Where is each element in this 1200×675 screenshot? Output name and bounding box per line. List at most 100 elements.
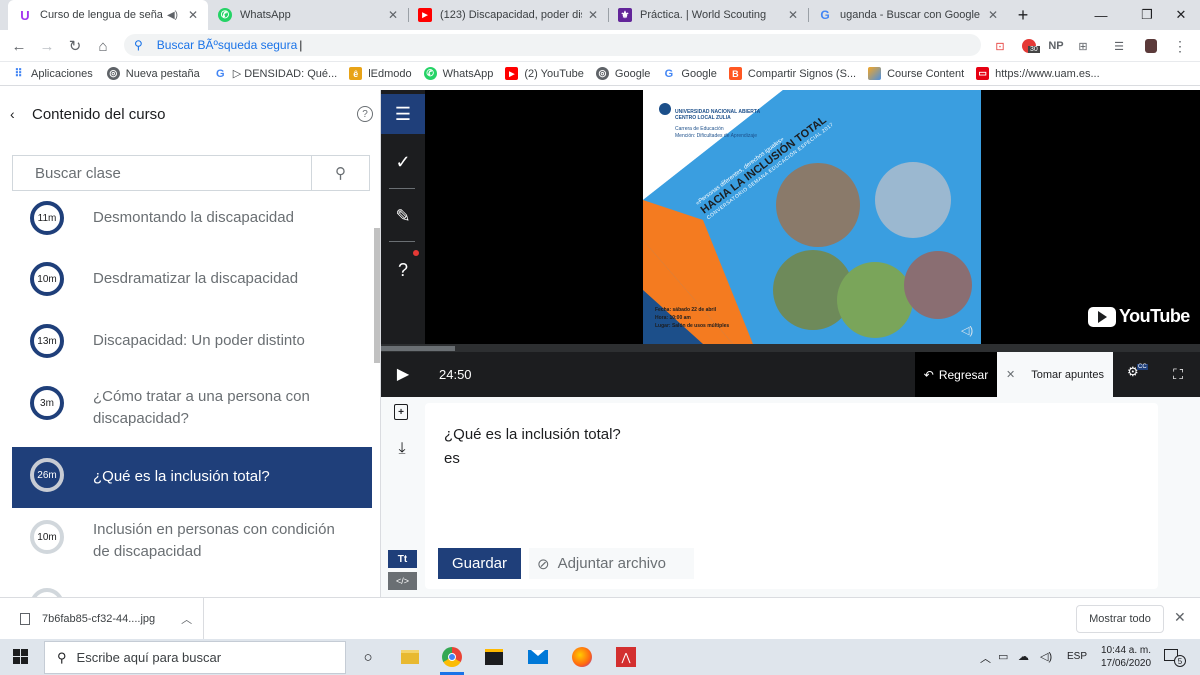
close-tab-icon[interactable]: ✕ [786,8,800,22]
bookmark-edmodo[interactable]: ê lEdmodo [349,67,412,80]
bookmark-google-chrome[interactable]: ◎ Google [595,67,650,80]
course-content-sidebar: ‹ Contenido del curso ? Buscar clase ⚲ 1… [0,90,381,597]
sidebar-scrollbar[interactable] [374,228,380,363]
clock-time: 10:44 a. m. [1100,645,1152,656]
profile-avatar[interactable] [1142,37,1160,55]
bookmark-new-tab[interactable]: ◎ Nueva pestaña [106,67,200,80]
bookmark-whatsapp[interactable]: ✆ WhatsApp [423,67,493,80]
pencil-icon[interactable]: ✎ [381,194,425,238]
close-tab-icon[interactable]: ✕ [986,8,1000,22]
chrome-icon[interactable] [440,645,464,669]
reply-arrow-icon: ↶ [923,367,934,382]
lesson-item-active[interactable]: 26m ¿Qué es la inclusión total? [12,447,372,508]
slide-details: Fecha: sábado 22 de abril Hora: 10:00 am… [655,306,729,330]
bookmark-uam[interactable]: ▭ https://www.uam.es... [976,67,1100,80]
notification-count: 5 [1174,655,1186,667]
bookmark-compartir-signos[interactable]: B Compartir Signos (S... [728,67,857,80]
tab-curso[interactable]: U Curso de lengua de señas ◀) ✕ [8,0,208,30]
scouting-icon: ⚜ [618,8,632,22]
course-content-toggle-icon[interactable]: ☰ [381,94,425,134]
clock[interactable]: 10:44 a. m. 17/06/2020 [1096,644,1156,670]
mail-icon[interactable] [526,645,550,669]
lesson-search-input[interactable]: Buscar clase [13,156,311,190]
search-button[interactable]: ⚲ [311,156,369,190]
tray-overflow-icon[interactable]: ︿ [980,650,991,666]
help-icon[interactable]: ? [357,106,373,122]
close-downloads-icon[interactable]: ✕ [1174,609,1186,626]
grid-extension-icon[interactable]: ⊞ [1074,37,1092,55]
checkmark-icon[interactable]: ✓ [381,140,425,184]
lesson-item[interactable]: 13m Discapacidad: Un poder distinto [12,320,372,362]
battery-icon[interactable]: ▭ [998,650,1008,663]
collapse-chevron-icon[interactable]: ‹ [10,106,30,122]
youtube-watermark[interactable]: YouTube [1088,306,1190,327]
lesson-item[interactable]: 11m Desmontando la discapacidad [12,198,372,238]
taskbar-search[interactable]: ⚲ Escribe aquí para buscar [44,641,346,674]
back-button[interactable]: ↶ Regresar [915,352,997,397]
notification-dot [413,250,419,256]
forward-arrow-icon[interactable]: → [36,35,58,57]
download-icon[interactable]: ⤓ [394,440,410,458]
tab-google[interactable]: G uganda - Buscar con Google ✕ [808,0,1008,30]
tab-scouting[interactable]: ⚜ Práctica. | World Scouting ✕ [608,0,808,30]
note-answer: es [444,450,460,467]
chevron-up-icon[interactable]: ︿ [181,611,192,627]
bookmark-course-content[interactable]: Course Content [868,67,964,80]
lesson-item[interactable]: 3m ¿Cómo tratar a una persona con discap… [12,380,372,444]
minimize-icon[interactable]: — [1078,0,1124,30]
video-progress-bar[interactable] [381,344,1200,352]
store-icon[interactable] [482,645,506,669]
fullscreen-icon[interactable]: ⛶ [1169,365,1187,383]
tab-whatsapp[interactable]: ✆ WhatsApp ✕ [208,0,408,30]
volume-icon[interactable]: ◁) [1040,650,1052,663]
audio-icon[interactable]: ◀) [167,10,178,21]
back-arrow-icon[interactable]: ← [8,35,30,57]
pocket-icon[interactable]: ⊡ [990,37,1010,55]
file-explorer-icon[interactable] [398,645,422,669]
np-extension[interactable]: NP [1046,37,1066,55]
search-icon: ⚲ [134,38,143,52]
take-notes-tab[interactable]: ✕ Tomar apuntes [997,352,1113,397]
download-filename: 7b6fab85-cf32-44....jpg [42,613,156,625]
task-view-icon[interactable]: ○ [356,645,380,669]
text-format-button[interactable]: Tt [388,550,417,568]
lesson-item[interactable]: 10m Inclusión en personas con condición … [12,513,372,577]
download-item[interactable]: 7b6fab85-cf32-44....jpg ︿ [0,598,204,640]
language-indicator[interactable]: ESP [1067,651,1087,662]
new-tab-button[interactable]: + [1012,4,1034,26]
reading-list-icon[interactable]: ☰ [1110,37,1128,55]
bookmark-apps[interactable]: ⠿ Aplicaciones [12,67,92,81]
home-icon[interactable]: ⌂ [92,35,114,57]
firefox-icon[interactable] [570,645,594,669]
close-tab-icon[interactable]: ✕ [186,8,200,22]
bookmark-label: Compartir Signos (S... [747,67,857,80]
code-format-button[interactable]: </> [388,572,417,590]
add-note-icon[interactable]: + [394,404,408,420]
action-center-icon[interactable]: 5 [1164,647,1186,667]
save-button[interactable]: Guardar [438,548,521,579]
bookmark-google[interactable]: G Google [662,67,717,80]
note-question: ¿Qué es la inclusión total? [444,426,621,443]
address-bar[interactable]: ⚲ Buscar BÃºsqueda segura | [124,34,981,56]
close-tab-icon[interactable]: ✕ [586,8,600,22]
close-window-icon[interactable]: ✕ [1158,0,1200,30]
menu-dots-icon[interactable]: ⋮ [1172,37,1188,55]
close-notes-icon[interactable]: ✕ [1006,368,1015,381]
bookmark-densidad[interactable]: G ▷ DENSIDAD: Qué... [214,67,337,81]
acrobat-icon[interactable]: ⋀ [614,645,638,669]
reload-icon[interactable]: ↻ [64,35,86,57]
windows-start-icon[interactable] [13,649,29,665]
adblock-icon[interactable]: 30 [1018,37,1040,55]
note-editor[interactable]: ¿Qué es la inclusión total? es Guardar ⊘… [425,403,1158,589]
network-icon[interactable]: ☁ [1018,650,1029,663]
close-tab-icon[interactable]: ✕ [386,8,400,22]
attach-file-button[interactable]: ⊘ Adjuntar archivo [529,548,694,579]
google-icon: G [215,67,225,80]
tab-youtube[interactable]: ▶ (123) Discapacidad, poder disti ✕ [408,0,608,30]
captions-settings-icon[interactable]: ⚙ CC [1127,364,1149,384]
search-icon: ⚲ [57,649,67,665]
lesson-item[interactable]: 10m Desdramatizar la discapacidad [12,258,372,300]
show-all-downloads-button[interactable]: Mostrar todo [1076,605,1164,633]
play-icon[interactable]: ▶ [395,364,411,384]
bookmark-youtube[interactable]: ▶ (2) YouTube [505,67,584,80]
